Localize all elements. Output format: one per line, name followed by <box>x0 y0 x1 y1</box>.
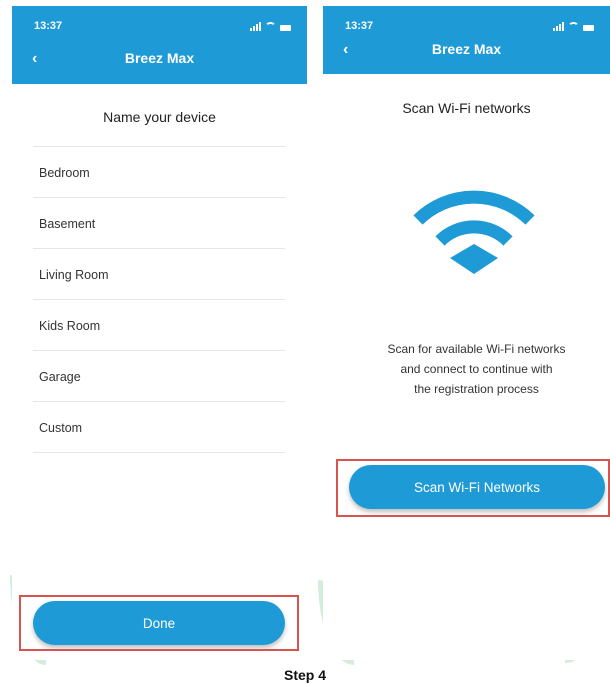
wifi-status-icon <box>265 22 276 31</box>
app-header: 13:37 ‹ Breez Max <box>323 6 610 74</box>
wifi-status-icon <box>568 22 579 31</box>
description-line: and connect to continue with <box>400 362 553 376</box>
description-line: the registration process <box>414 382 539 396</box>
battery-icon <box>583 25 594 31</box>
scan-description: Scan for available Wi-Fi networks and co… <box>353 339 600 399</box>
wifi-icon <box>413 190 535 274</box>
header-title: Breez Max <box>124 50 195 66</box>
list-item-bedroom[interactable]: Bedroom <box>33 147 285 198</box>
done-button-highlight <box>19 595 299 651</box>
page-title: Scan Wi-Fi networks <box>402 100 531 116</box>
list-item-garage[interactable]: Garage <box>33 351 285 402</box>
status-time: 13:37 <box>345 20 374 32</box>
list-item-living-room[interactable]: Living Room <box>33 249 285 300</box>
page-title: Name your device <box>103 109 216 125</box>
app-header: 13:37 ‹ Breez Max <box>12 6 307 84</box>
signal-icon <box>553 22 564 31</box>
description-line: Scan for available Wi-Fi networks <box>387 342 566 356</box>
status-time: 13:37 <box>34 20 63 32</box>
list-item-kids-room[interactable]: Kids Room <box>33 300 285 351</box>
scan-button-highlight <box>336 459 610 517</box>
list-item-custom[interactable]: Custom <box>33 402 285 453</box>
status-icons <box>553 22 594 31</box>
step-caption: Step 4 <box>283 667 326 683</box>
device-name-list: Bedroom Basement Living Room Kids Room G… <box>33 146 285 453</box>
status-icons <box>250 22 291 31</box>
name-device-screen: 13:37 ‹ Breez Max Name your device Bedro… <box>12 6 307 660</box>
battery-icon <box>280 25 291 31</box>
header-title: Breez Max <box>431 41 502 57</box>
signal-icon <box>250 22 261 31</box>
scan-wifi-screen: 13:37 ‹ Breez Max Scan Wi-Fi networks Sc… <box>323 6 610 660</box>
list-item-basement[interactable]: Basement <box>33 198 285 249</box>
